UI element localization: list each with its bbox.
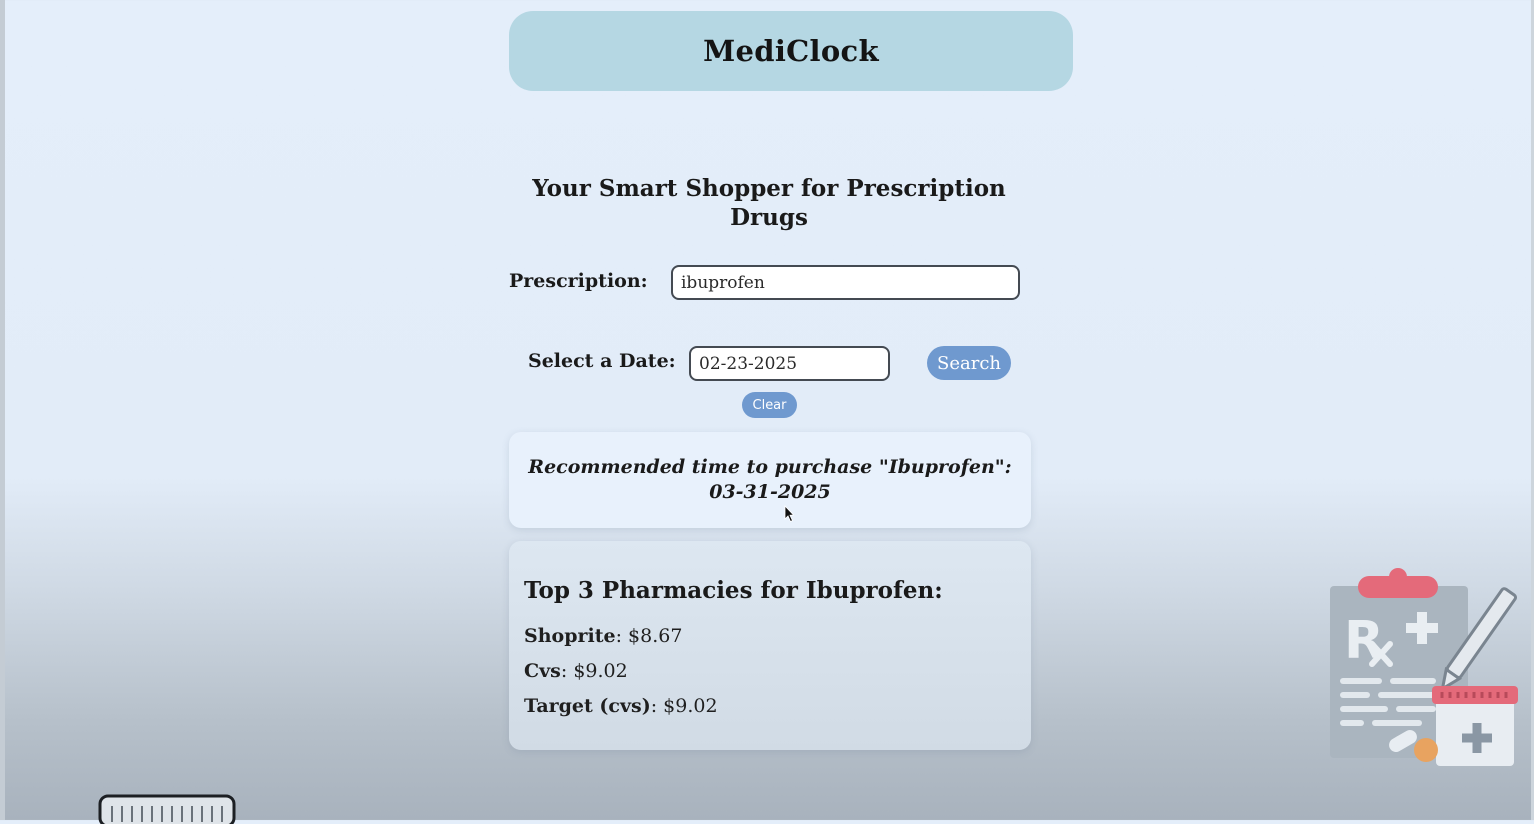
pharmacy-name: Shoprite xyxy=(524,625,616,647)
pharmacy-price: $9.02 xyxy=(573,660,628,682)
left-window-edge xyxy=(0,0,5,820)
pharmacies-card: Top 3 Pharmacies for Ibuprofen: Shoprite… xyxy=(509,541,1031,750)
app-header: MediClock xyxy=(509,11,1073,91)
date-label: Select a Date: xyxy=(528,350,676,372)
pharmacy-price: $9.02 xyxy=(663,695,718,717)
prescription-input[interactable] xyxy=(671,265,1020,300)
pharmacy-row: Target (cvs): $9.02 xyxy=(524,695,718,717)
prescription-clipboard-icon: R xyxy=(1330,568,1518,766)
clear-button[interactable]: Clear xyxy=(742,392,797,418)
page-subtitle: Your Smart Shopper for Prescription Drug… xyxy=(532,175,1006,231)
pharmacy-name: Target (cvs) xyxy=(524,695,651,717)
search-button[interactable]: Search xyxy=(927,346,1011,380)
recommendation-card: Recommended time to purchase "Ibuprofen"… xyxy=(509,432,1031,528)
pharmacies-title: Top 3 Pharmacies for Ibuprofen: xyxy=(524,577,943,604)
prescription-label: Prescription: xyxy=(509,270,648,292)
date-input[interactable] xyxy=(689,346,890,381)
mouse-cursor-icon xyxy=(784,505,794,523)
app-title: MediClock xyxy=(703,34,879,68)
recommendation-text: Recommended time to purchase "Ibuprofen"… xyxy=(528,456,1012,503)
pharmacy-row: Shoprite: $8.67 xyxy=(524,625,683,647)
svg-text:R: R xyxy=(1344,611,1384,671)
pharmacy-name: Cvs xyxy=(524,660,561,682)
pharmacy-row: Cvs: $9.02 xyxy=(524,660,628,682)
pharmacy-price: $8.67 xyxy=(628,625,683,647)
